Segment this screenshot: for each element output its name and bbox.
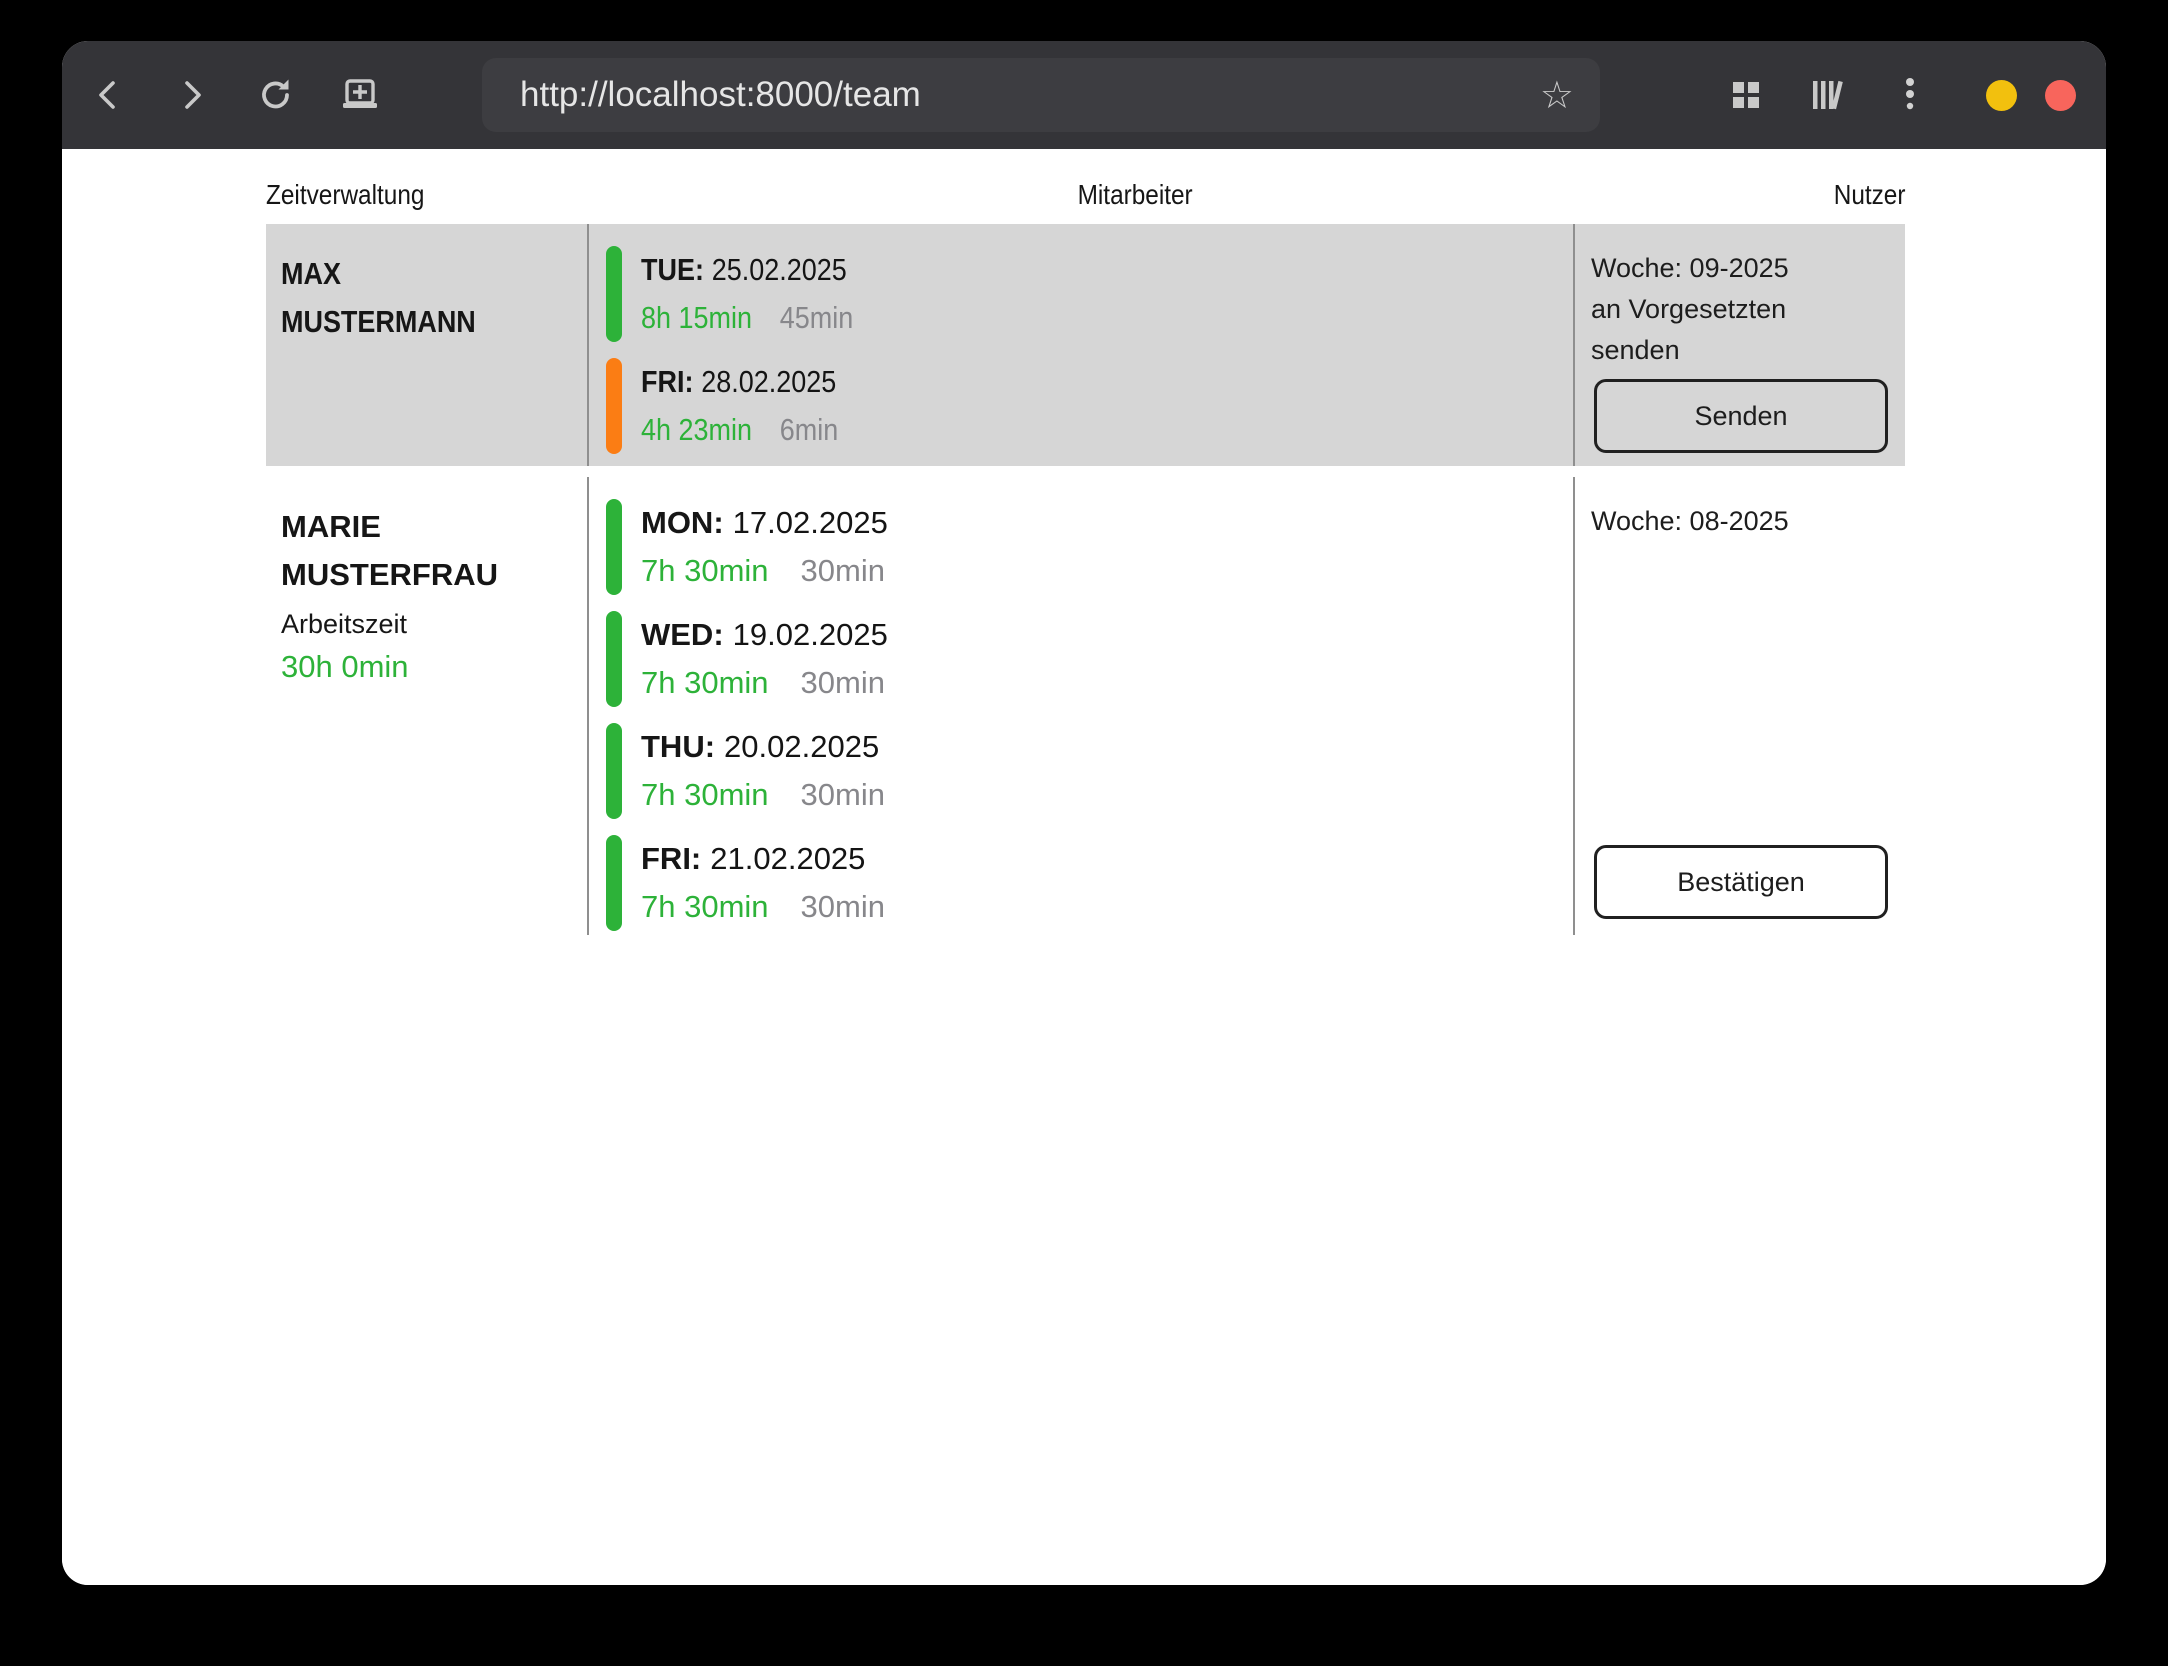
employee-name-cell: MARIE MUSTERFRAU Arbeitszeit 30h 0min <box>266 477 587 935</box>
day-date: 28.02.2025 <box>701 364 836 399</box>
day-date: 19.02.2025 <box>733 617 888 652</box>
day-date: 21.02.2025 <box>710 841 865 876</box>
screen: { "browser": { "url": "http://localhost:… <box>0 0 2168 1666</box>
bookmark-star-icon[interactable]: ☆ <box>1540 76 1574 114</box>
day-date: 25.02.2025 <box>712 252 847 287</box>
day-date-line: TUE:25.02.2025 <box>641 246 853 294</box>
employee-row-marie: MARIE MUSTERFRAU Arbeitszeit 30h 0min MO… <box>266 477 1905 935</box>
day-status-bar <box>606 723 622 819</box>
work-duration: 7h 30min <box>641 665 769 700</box>
day-date-line: WED: 19.02.2025 <box>641 611 888 659</box>
work-duration: 8h 15min <box>641 300 752 335</box>
extensions-grid-button[interactable] <box>1722 71 1770 119</box>
week-action-cell: Woche: 08-2025 Bestätigen <box>1573 477 1905 935</box>
day-date-line: THU: 20.02.2025 <box>641 723 885 771</box>
nav-nutzer[interactable]: Nutzer <box>1833 177 1905 213</box>
toolbar-right-tools <box>1688 71 2106 119</box>
day-label: WED: <box>641 617 724 652</box>
day-times-line: 7h 30min 30min <box>641 547 888 595</box>
nav-brand[interactable]: Zeitverwaltung <box>266 177 424 213</box>
library-icon <box>1810 78 1846 112</box>
library-button[interactable] <box>1804 71 1852 119</box>
week-subtitle: an Vorgesetzten senden <box>1591 289 1819 371</box>
day-entry: FRI: 21.02.2025 7h 30min 30min <box>606 835 1573 931</box>
forward-button[interactable] <box>168 71 216 119</box>
week-label: Woche: 09-2025 <box>1591 248 1888 289</box>
day-status-bar <box>606 499 622 595</box>
day-date-line: FRI:28.02.2025 <box>641 358 838 406</box>
page-content: Zeitverwaltung Mitarbeiter Nutzer MAX MU… <box>62 149 2106 1585</box>
day-times-line: 4h 23min 6min <box>641 406 838 454</box>
pause-duration: 30min <box>801 889 885 924</box>
window-control-yellow[interactable] <box>1986 80 2017 111</box>
day-date: 17.02.2025 <box>733 505 888 540</box>
day-status-bar <box>606 246 622 342</box>
pause-duration: 45min <box>780 300 853 335</box>
pause-duration: 6min <box>780 412 838 447</box>
day-status-bar <box>606 358 622 454</box>
pause-duration: 30min <box>801 665 885 700</box>
browser-window: http://localhost:8000/team ☆ <box>62 41 2106 1585</box>
work-duration: 7h 30min <box>641 777 769 812</box>
employee-name: MAX MUSTERMANN <box>281 250 476 346</box>
day-label: FRI: <box>641 841 701 876</box>
worktime-value: 30h 0min <box>281 645 587 689</box>
reload-button[interactable] <box>252 71 300 119</box>
day-entry: FRI:28.02.2025 4h 23min 6min <box>606 358 1573 454</box>
day-date-line: MON: 17.02.2025 <box>641 499 888 547</box>
day-label: THU: <box>641 729 715 764</box>
day-times-line: 7h 30min 30min <box>641 883 885 931</box>
day-date-line: FRI: 21.02.2025 <box>641 835 885 883</box>
week-action-cell: Woche: 09-2025 an Vorgesetzten senden Se… <box>1573 224 1905 466</box>
day-entry: THU: 20.02.2025 7h 30min 30min <box>606 723 1573 819</box>
url-text: http://localhost:8000/team <box>520 75 921 115</box>
back-button[interactable] <box>84 71 132 119</box>
week-label: Woche: 08-2025 <box>1591 501 1888 542</box>
nav-mitarbeiter[interactable]: Mitarbeiter <box>1078 177 1193 213</box>
employee-days-cell: TUE:25.02.2025 8h 15min 45min FRI:28.02.2… <box>587 224 1573 466</box>
worktime-label: Arbeitszeit <box>281 603 587 645</box>
confirm-button[interactable]: Bestätigen <box>1594 845 1888 919</box>
forward-icon <box>179 78 205 112</box>
day-status-bar <box>606 611 622 707</box>
browser-toolbar: http://localhost:8000/team ☆ <box>62 41 2106 149</box>
day-entry: WED: 19.02.2025 7h 30min 30min <box>606 611 1573 707</box>
send-button[interactable]: Senden <box>1594 379 1888 453</box>
day-label: MON: <box>641 505 724 540</box>
day-times-line: 7h 30min 30min <box>641 659 888 707</box>
grid-icon <box>1732 81 1760 109</box>
day-label: FRI: <box>641 364 693 399</box>
employee-days-cell: MON: 17.02.2025 7h 30min 30min WED: 19.02.2… <box>587 477 1573 935</box>
reload-icon <box>257 76 295 114</box>
employee-name: MARIE MUSTERFRAU <box>281 503 587 599</box>
back-icon <box>95 78 121 112</box>
pause-duration: 30min <box>801 777 885 812</box>
day-entry: MON: 17.02.2025 7h 30min 30min <box>606 499 1573 595</box>
page-nav: Zeitverwaltung Mitarbeiter Nutzer <box>266 177 1905 213</box>
url-bar[interactable]: http://localhost:8000/team ☆ <box>482 58 1600 132</box>
new-window-button[interactable] <box>336 71 384 119</box>
window-control-red[interactable] <box>2045 80 2076 111</box>
new-window-icon <box>340 77 380 113</box>
day-label: TUE: <box>641 252 704 287</box>
day-times-line: 8h 15min 45min <box>641 294 853 342</box>
pause-duration: 30min <box>801 553 885 588</box>
day-entry: TUE:25.02.2025 8h 15min 45min <box>606 246 1573 342</box>
day-times-line: 7h 30min 30min <box>641 771 885 819</box>
day-status-bar <box>606 835 622 931</box>
employee-row-max: MAX MUSTERMANN TUE:25.02.2025 8h 15min 45… <box>266 224 1905 466</box>
kebab-menu-icon <box>1904 77 1916 113</box>
work-duration: 4h 23min <box>641 412 752 447</box>
day-date: 20.02.2025 <box>724 729 879 764</box>
employee-name-cell: MAX MUSTERMANN <box>266 224 587 466</box>
menu-button[interactable] <box>1886 71 1934 119</box>
work-duration: 7h 30min <box>641 889 769 924</box>
work-duration: 7h 30min <box>641 553 769 588</box>
